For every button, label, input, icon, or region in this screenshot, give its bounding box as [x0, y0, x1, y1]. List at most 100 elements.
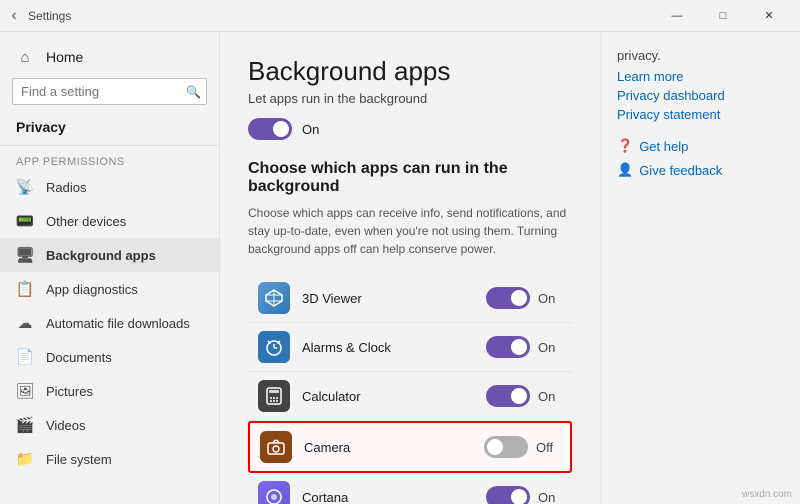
app-toggle-alarms[interactable]	[486, 336, 530, 358]
app-title: Settings	[28, 9, 71, 23]
radios-label: Radios	[46, 180, 86, 195]
app-name-cortana: Cortana	[302, 490, 486, 504]
app-toggle-area-calculator: On	[486, 385, 562, 407]
app-row-3d-viewer: 3D Viewer On	[248, 274, 572, 323]
app-name-alarms: Alarms & Clock	[302, 340, 486, 355]
sidebar-item-automatic-file-downloads[interactable]: ☁ Automatic file downloads	[0, 306, 219, 340]
sidebar-item-app-diagnostics[interactable]: 📋 App diagnostics	[0, 272, 219, 306]
privacy-text: privacy.	[617, 48, 784, 63]
help-section: ❓ Get help 👤 Give feedback	[617, 138, 784, 178]
app-name-camera: Camera	[304, 440, 484, 455]
radios-icon: 📡	[16, 178, 34, 196]
app-icon-cortana	[258, 481, 290, 504]
app-toggle-label-cortana: On	[538, 490, 562, 504]
app-toggle-area-cortana: On	[486, 486, 562, 504]
videos-icon: 🎬	[16, 416, 34, 434]
file-system-icon: 📁	[16, 450, 34, 468]
get-help-link[interactable]: ❓ Get help	[617, 138, 784, 154]
main-toggle-row: On	[248, 118, 572, 140]
privacy-dashboard-link[interactable]: Privacy dashboard	[617, 88, 784, 103]
videos-label: Videos	[46, 418, 86, 433]
content-area: Background apps Let apps run in the back…	[220, 32, 600, 504]
other-devices-label: Other devices	[46, 214, 126, 229]
app-toggle-area-alarms: On	[486, 336, 562, 358]
auto-downloads-label: Automatic file downloads	[46, 316, 190, 331]
app-toggle-camera[interactable]	[484, 436, 528, 458]
app-toggle-label-camera: Off	[536, 440, 560, 455]
give-feedback-icon: 👤	[617, 162, 633, 178]
sidebar-item-documents[interactable]: 📄 Documents	[0, 340, 219, 374]
toggle-knob	[273, 121, 289, 137]
close-button[interactable]: ✕	[746, 0, 792, 32]
maximize-button[interactable]: □	[700, 0, 746, 32]
app-name-calculator: Calculator	[302, 389, 486, 404]
privacy-label: Privacy	[0, 113, 219, 141]
app-icon-alarms	[258, 331, 290, 363]
app-toggle-area-camera: Off	[484, 436, 560, 458]
app-permissions-label: App permissions	[0, 150, 219, 170]
privacy-statement-link[interactable]: Privacy statement	[617, 107, 784, 122]
background-apps-label: Background apps	[46, 248, 156, 263]
toggle-knob	[511, 290, 527, 306]
search-icon: 🔍	[186, 85, 201, 99]
search-input[interactable]	[12, 78, 207, 105]
app-toggle-label-alarms: On	[538, 340, 562, 355]
pictures-label: Pictures	[46, 384, 93, 399]
sidebar-item-background-apps[interactable]: 🖥 Background apps	[0, 238, 219, 272]
sidebar-item-videos[interactable]: 🎬 Videos	[0, 408, 219, 442]
auto-downloads-icon: ☁	[16, 314, 34, 332]
home-icon: ⌂	[16, 48, 34, 66]
toggle-knob	[511, 489, 527, 504]
app-diagnostics-icon: 📋	[16, 280, 34, 298]
app-toggle-area-3d-viewer: On	[486, 287, 562, 309]
sidebar: ⌂ Home 🔍 Privacy App permissions 📡 Radio…	[0, 32, 220, 504]
app-toggle-label-calculator: On	[538, 389, 562, 404]
sidebar-item-pictures[interactable]: 🖼 Pictures	[0, 374, 219, 408]
main-content: Background apps Let apps run in the back…	[220, 32, 800, 504]
window-controls: — □ ✕	[654, 0, 792, 32]
app-row-alarms: Alarms & Clock On	[248, 323, 572, 372]
main-toggle-label: On	[302, 122, 319, 137]
back-button[interactable]: ‹	[8, 10, 20, 22]
app-toggle-label-3d-viewer: On	[538, 291, 562, 306]
page-subtitle: Let apps run in the background	[248, 91, 572, 106]
app-container: ⌂ Home 🔍 Privacy App permissions 📡 Radio…	[0, 32, 800, 504]
title-bar: ‹ Settings — □ ✕	[0, 0, 800, 32]
minimize-button[interactable]: —	[654, 0, 700, 32]
app-toggle-3d-viewer[interactable]	[486, 287, 530, 309]
sidebar-item-home[interactable]: ⌂ Home	[0, 40, 219, 74]
app-row-calculator: Calculator On	[248, 372, 572, 421]
watermark: wsxdn.com	[742, 489, 792, 500]
app-icon-calculator	[258, 380, 290, 412]
toggle-knob	[511, 339, 527, 355]
home-label: Home	[46, 49, 83, 65]
app-toggle-calculator[interactable]	[486, 385, 530, 407]
section-heading: Choose which apps can run in the backgro…	[248, 160, 572, 196]
give-feedback-link[interactable]: 👤 Give feedback	[617, 162, 784, 178]
right-panel: privacy. Learn more Privacy dashboard Pr…	[600, 32, 800, 504]
sidebar-item-other-devices[interactable]: 📟 Other devices	[0, 204, 219, 238]
section-desc: Choose which apps can receive info, send…	[248, 204, 572, 258]
documents-icon: 📄	[16, 348, 34, 366]
toggle-knob	[511, 388, 527, 404]
app-icon-camera	[260, 431, 292, 463]
app-list: 3D Viewer On Alarms & Clock	[248, 274, 572, 504]
toggle-knob	[487, 439, 503, 455]
pictures-icon: 🖼	[16, 382, 34, 400]
other-devices-icon: 📟	[16, 212, 34, 230]
give-feedback-label: Give feedback	[639, 163, 722, 178]
title-bar-left: ‹ Settings	[8, 9, 71, 23]
search-box: 🔍	[12, 78, 207, 105]
get-help-label: Get help	[639, 139, 688, 154]
background-apps-icon: 🖥	[16, 246, 34, 264]
app-toggle-cortana[interactable]	[486, 486, 530, 504]
app-name-3d-viewer: 3D Viewer	[302, 291, 486, 306]
app-row-cortana: Cortana On	[248, 473, 572, 504]
divider	[0, 145, 219, 146]
app-row-camera: Camera Off	[248, 421, 572, 473]
main-toggle[interactable]	[248, 118, 292, 140]
sidebar-item-radios[interactable]: 📡 Radios	[0, 170, 219, 204]
sidebar-item-file-system[interactable]: 📁 File system	[0, 442, 219, 476]
documents-label: Documents	[46, 350, 112, 365]
learn-more-link[interactable]: Learn more	[617, 69, 784, 84]
